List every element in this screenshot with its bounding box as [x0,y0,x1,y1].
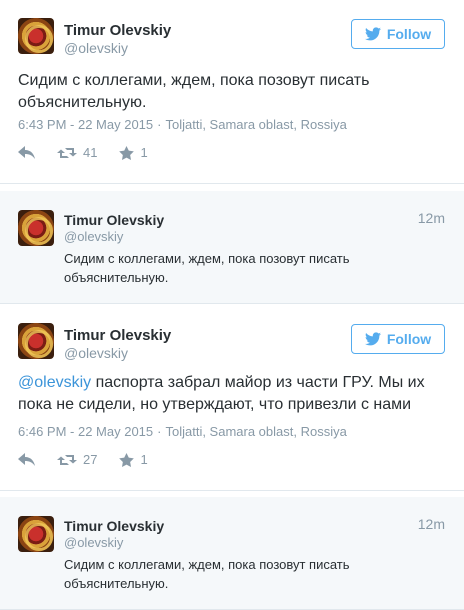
star-icon [119,145,135,160]
timestamp-link[interactable]: 6:46 PM - 22 May 2015 [18,424,153,439]
avatar[interactable] [18,323,54,359]
favorite-button[interactable]: 1 [119,452,148,467]
reply-icon [18,452,35,466]
quoted-tweet[interactable]: Timur Olevskiy @olevskiy 12m Сидим с кол… [0,497,464,610]
follow-label: Follow [386,26,432,42]
quoted-text: Сидим с коллегами, ждем, пока позовут пи… [64,557,350,591]
author-name[interactable]: Timur Olevskiy [64,327,171,344]
tweet-meta: 6:46 PM - 22 May 2015 · Toljatti, Samara o… [18,424,347,439]
timestamp-link[interactable]: 6:43 PM - 22 May 2015 [18,117,153,132]
author-handle[interactable]: @olevskiy [64,229,123,244]
favorite-count: 1 [140,145,148,160]
separator: · [157,424,162,439]
reply-button[interactable] [18,145,35,160]
author-name[interactable]: Timur Olevskiy [64,518,164,534]
avatar[interactable] [18,516,54,552]
twitter-bird-icon [364,332,381,346]
relative-time[interactable]: 12m [418,210,445,226]
retweet-button[interactable]: 41 [57,145,97,160]
tweet-actions: 27 1 [18,452,170,467]
author-name[interactable]: Timur Olevskiy [64,212,164,228]
separator: · [157,117,162,132]
retweet-count: 41 [83,145,98,160]
tweet-card: Timur Olevskiy @olevskiy Follow @olevski… [0,305,464,491]
retweet-button[interactable]: 27 [57,452,97,467]
favorite-count: 1 [140,452,148,467]
follow-button[interactable]: Follow [351,19,445,49]
tweet-text-content: Сидим с коллегами, ждем, пока позовут пи… [18,72,370,111]
tweet-text-line1: паспорта забрал майор из части ГРУ. Мы и… [91,374,425,391]
tweet-text-line2: пока не сидели, но утверждают, что приве… [18,396,412,413]
twitter-bird-icon [364,27,381,41]
location-link[interactable]: Toljatti, Samara oblast, Rossiya [165,424,346,439]
tweet-card: Timur Olevskiy @olevskiy Follow Сидим с … [0,0,464,184]
reply-button[interactable] [18,452,35,467]
quoted-tweet[interactable]: Timur Olevskiy @olevskiy 12m Сидим с кол… [0,191,464,304]
tweet-meta: 6:43 PM - 22 May 2015 · Toljatti, Samara o… [18,117,347,132]
follow-button[interactable]: Follow [351,324,445,354]
relative-time[interactable]: 12m [418,516,445,532]
author-handle[interactable]: @olevskiy [64,40,128,56]
tweet-text: Сидим с коллегами, ждем, пока позовут пи… [18,70,448,114]
retweet-count: 27 [83,452,98,467]
star-icon [119,452,135,467]
author-handle[interactable]: @olevskiy [64,535,123,550]
follow-label: Follow [386,331,432,347]
favorite-button[interactable]: 1 [119,145,148,160]
author-name[interactable]: Timur Olevskiy [64,22,171,39]
avatar[interactable] [18,18,54,54]
retweet-icon [57,454,77,465]
reply-icon [18,145,35,159]
avatar[interactable] [18,210,54,246]
quoted-text: Сидим с коллегами, ждем, пока позовут пи… [64,251,350,285]
author-handle[interactable]: @olevskiy [64,345,128,361]
retweet-icon [57,147,77,158]
tweet-actions: 41 1 [18,145,170,160]
tweet-text: @olevskiy паспорта забрал майор из части… [18,372,448,416]
mention-link[interactable]: @olevskiy [18,374,91,391]
location-link[interactable]: Toljatti, Samara oblast, Rossiya [165,117,346,132]
